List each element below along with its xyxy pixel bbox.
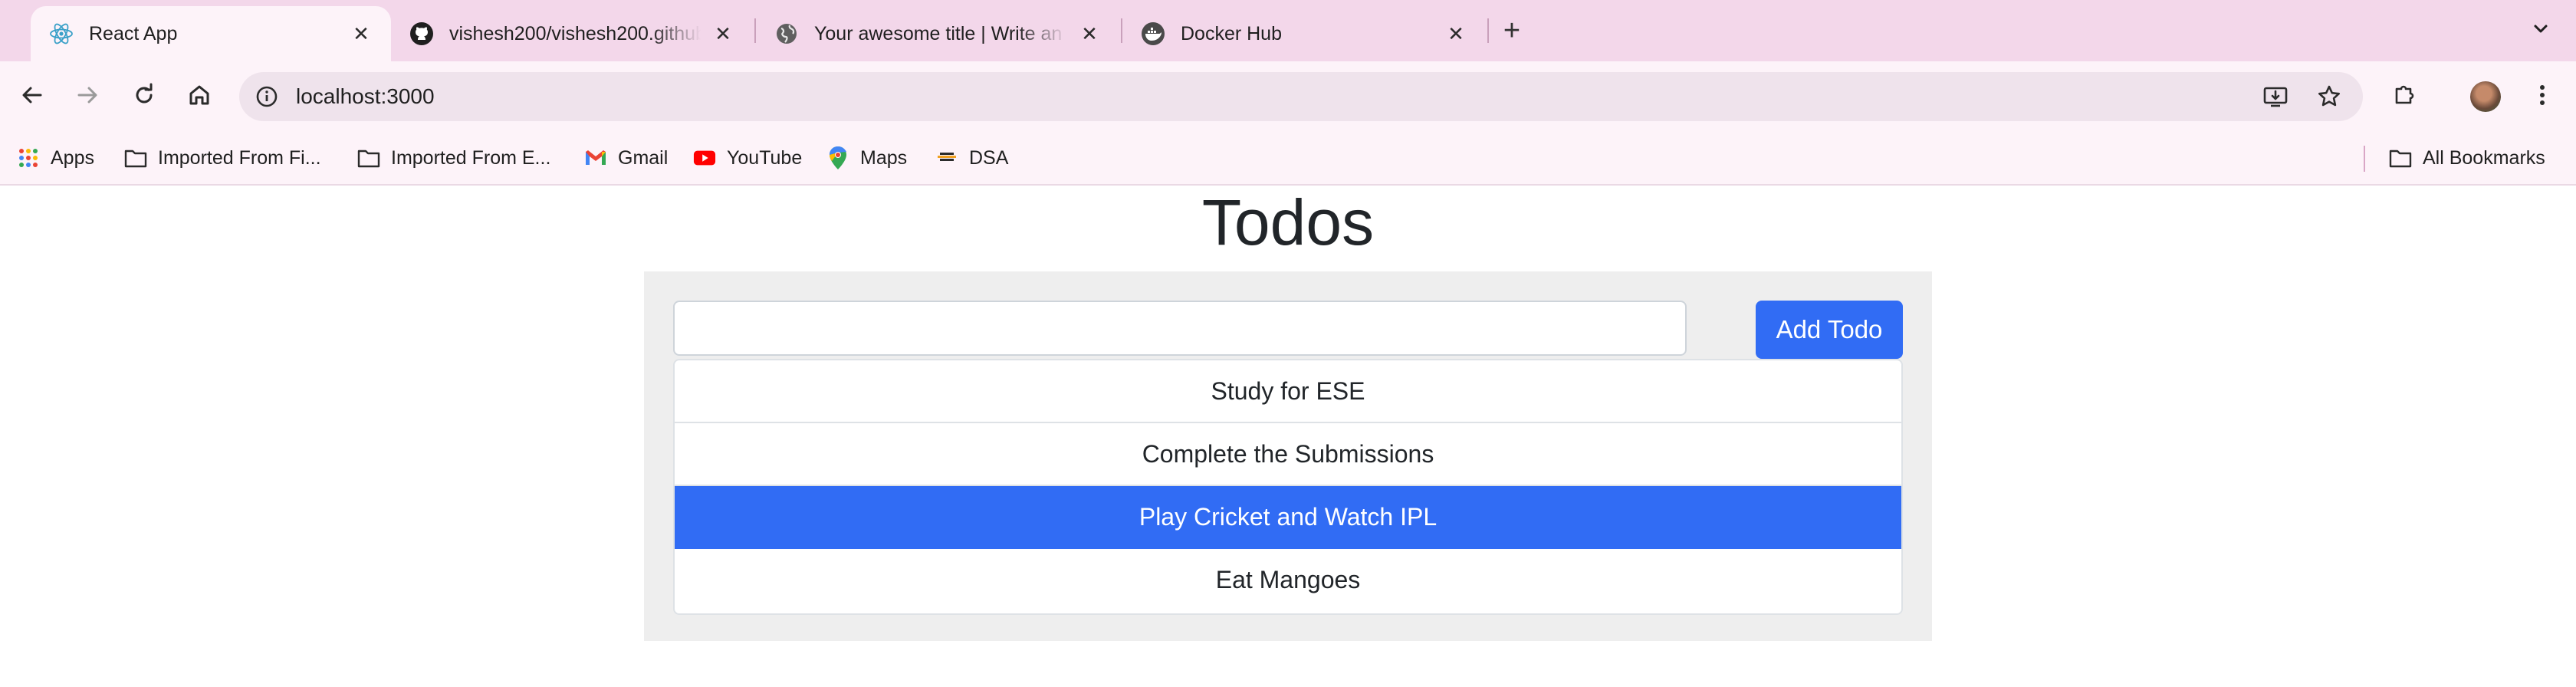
bookmark-label: Imported From E... [391, 146, 551, 169]
bookmark-label: Gmail [618, 146, 669, 169]
todo-item[interactable]: Complete the Submissions [675, 423, 1901, 486]
home-icon [186, 82, 212, 112]
tab-separator [1487, 18, 1489, 43]
close-tab-icon[interactable]: ✕ [1444, 22, 1467, 46]
apps-grid-icon [17, 146, 40, 169]
tab-strip: React App ✕ vishesh200/vishesh200.github… [0, 0, 2576, 61]
bookmarks-bar: Apps Imported From Fi... Imported From E… [0, 132, 2576, 186]
page-title: Todos [1201, 186, 1375, 258]
browser-toolbar: localhost:3000 [0, 61, 2576, 132]
more-vert-icon [2535, 82, 2550, 112]
folder-icon [2389, 146, 2412, 169]
folder-icon [357, 146, 380, 169]
tab-title: vishesh200/vishesh200.github.io [449, 22, 701, 44]
bookmark-label: YouTube [727, 146, 803, 169]
all-bookmarks-button[interactable]: All Bookmarks [2389, 132, 2545, 184]
arrow-left-icon [19, 82, 45, 112]
site-info-icon[interactable] [251, 81, 282, 112]
todo-item-active[interactable]: Play Cricket and Watch IPL [675, 486, 1901, 549]
bookmark-maps[interactable]: Maps [826, 132, 907, 184]
bookmark-apps[interactable]: Apps [17, 132, 94, 184]
bookmark-folder-2[interactable]: Imported From E... [357, 132, 550, 184]
close-tab-icon[interactable]: ✕ [350, 22, 373, 46]
puzzle-icon [2390, 81, 2418, 113]
home-button[interactable] [179, 77, 219, 117]
bookmark-dsa[interactable]: DSA [935, 132, 1008, 184]
tab-docker-hub[interactable]: Docker Hub ✕ [1122, 6, 1486, 61]
react-icon [49, 21, 74, 46]
bookmark-folder-1[interactable]: Imported From Fi... [124, 132, 321, 184]
tab-title: React App [89, 22, 178, 44]
arrow-right-icon [74, 82, 100, 112]
tab-title: Your awesome title | Write an awesome de… [814, 22, 1067, 44]
extensions-button[interactable] [2384, 77, 2424, 117]
todo-input[interactable] [673, 301, 1687, 356]
add-todo-button[interactable]: Add Todo [1756, 301, 1903, 359]
todo-list: Study for ESE Complete the Submissions P… [673, 359, 1903, 615]
maps-icon [826, 146, 849, 169]
reload-button[interactable] [124, 77, 164, 117]
youtube-icon [693, 146, 716, 169]
new-tab-button[interactable]: + [1495, 14, 1529, 48]
github-icon [409, 21, 434, 46]
back-button[interactable] [12, 77, 52, 117]
docker-icon [1141, 21, 1165, 46]
bookmark-label: DSA [969, 146, 1009, 169]
folder-icon [124, 146, 147, 169]
bookmark-label: Apps [51, 146, 94, 169]
chevron-down-icon [2531, 19, 2551, 43]
bookmark-label: Imported From Fi... [158, 146, 321, 169]
reload-icon [131, 82, 157, 112]
avatar [2470, 81, 2501, 112]
todo-panel: Add Todo Study for ESE Complete the Subm… [644, 271, 1932, 641]
install-app-icon[interactable] [2260, 81, 2291, 112]
todo-item[interactable]: Eat Mangoes [675, 549, 1901, 612]
profile-button[interactable] [2466, 77, 2505, 117]
url-text[interactable]: localhost:3000 [296, 72, 435, 121]
forward-button[interactable] [67, 77, 107, 117]
bookmark-gmail[interactable]: Gmail [584, 132, 668, 184]
gmail-icon [584, 146, 607, 169]
close-tab-icon[interactable]: ✕ [711, 22, 734, 46]
tab-website[interactable]: Your awesome title | Write an awesome de… [756, 6, 1119, 61]
tab-github[interactable]: vishesh200/vishesh200.github.io ✕ [391, 6, 753, 61]
dsa-icon [935, 146, 958, 169]
globe-icon [774, 21, 799, 46]
bookmarks-separator [2364, 146, 2365, 172]
bookmark-youtube[interactable]: YouTube [693, 132, 802, 184]
todo-item[interactable]: Study for ESE [675, 360, 1901, 423]
tab-react-app[interactable]: React App ✕ [31, 6, 391, 61]
browser-menu-button[interactable] [2522, 77, 2562, 117]
address-bar[interactable]: localhost:3000 [239, 72, 2363, 121]
tab-title: Docker Hub [1181, 22, 1282, 44]
bookmark-star-icon[interactable] [2314, 81, 2344, 112]
tab-search-button[interactable] [2524, 14, 2558, 48]
bookmark-label: All Bookmarks [2423, 146, 2545, 169]
bookmark-label: Maps [860, 146, 908, 169]
close-tab-icon[interactable]: ✕ [1078, 22, 1101, 46]
